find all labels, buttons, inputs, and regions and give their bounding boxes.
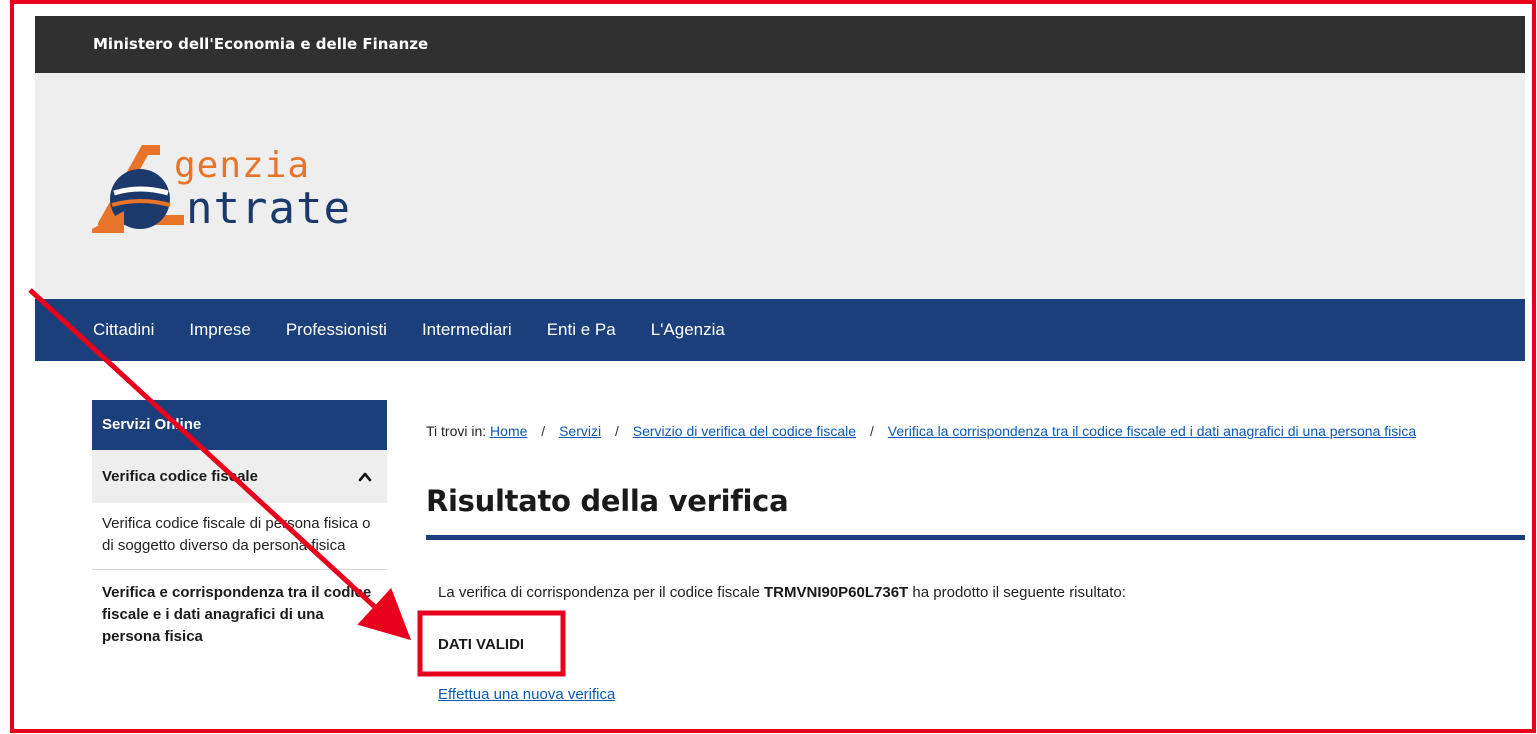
sidebar: Servizi Online Verifica codice fiscale V… xyxy=(92,400,387,660)
nav-item-intermediari[interactable]: Intermediari xyxy=(422,320,512,340)
breadcrumb-prefix: Ti trovi in: xyxy=(426,423,487,439)
verification-status: DATI VALIDI xyxy=(438,636,525,653)
sidebar-item-verifica-codice[interactable]: Verifica codice fiscale di persona fisic… xyxy=(92,503,387,570)
nav-item-professionisti[interactable]: Professionisti xyxy=(286,320,387,340)
breadcrumb-current[interactable]: Verifica la corrispondenza tra il codice… xyxy=(888,423,1416,439)
sidebar-title: Servizi Online xyxy=(92,400,387,450)
sidebar-item-verifica-corrispondenza[interactable]: Verifica e corrispondenza tra il codice … xyxy=(92,570,387,660)
title-divider xyxy=(426,535,1525,540)
ministry-label: Ministero dell'Economia e delle Finanze xyxy=(93,35,429,53)
page: Ministero dell'Economia e delle Finanze … xyxy=(0,0,1537,734)
breadcrumb-separator: / xyxy=(869,423,874,439)
codice-fiscale-value: TRMVNI90P60L736T xyxy=(764,584,909,601)
nav-item-enti-e-pa[interactable]: Enti e Pa xyxy=(547,320,616,340)
logo-text-line2: ntrate xyxy=(186,183,351,234)
page-title: Risultato della verifica xyxy=(426,484,789,518)
ministry-bar: Ministero dell'Economia e delle Finanze xyxy=(35,16,1525,73)
result-prefix: La verifica di corrispondenza per il cod… xyxy=(438,584,760,601)
breadcrumb-separator: / xyxy=(614,423,619,439)
new-verification-link[interactable]: Effettua una nuova verifica xyxy=(438,686,615,703)
breadcrumb-separator: / xyxy=(541,423,546,439)
breadcrumb-home[interactable]: Home xyxy=(490,423,527,439)
sidebar-section-toggle[interactable]: Verifica codice fiscale xyxy=(92,450,387,503)
agenzia-entrate-logo[interactable]: genzia ntrate xyxy=(90,141,430,241)
breadcrumb: Ti trovi in: Home / Servizi / Servizio d… xyxy=(426,423,1525,439)
nav-item-imprese[interactable]: Imprese xyxy=(189,320,250,340)
logo-text-line1: genzia xyxy=(174,145,311,186)
result-suffix: ha prodotto il seguente risultato: xyxy=(912,584,1126,601)
site-header: genzia ntrate xyxy=(35,73,1525,299)
chevron-up-icon xyxy=(358,472,372,481)
sidebar-section-label: Verifica codice fiscale xyxy=(102,468,258,485)
nav-item-cittadini[interactable]: Cittadini xyxy=(93,320,154,340)
main-nav: Cittadini Imprese Professionisti Interme… xyxy=(35,299,1525,361)
nav-item-agenzia[interactable]: L'Agenzia xyxy=(651,320,725,340)
breadcrumb-servizio-verifica[interactable]: Servizio di verifica del codice fiscale xyxy=(633,423,856,439)
breadcrumb-servizi[interactable]: Servizi xyxy=(559,423,601,439)
result-description: La verifica di corrispondenza per il cod… xyxy=(438,584,1126,601)
